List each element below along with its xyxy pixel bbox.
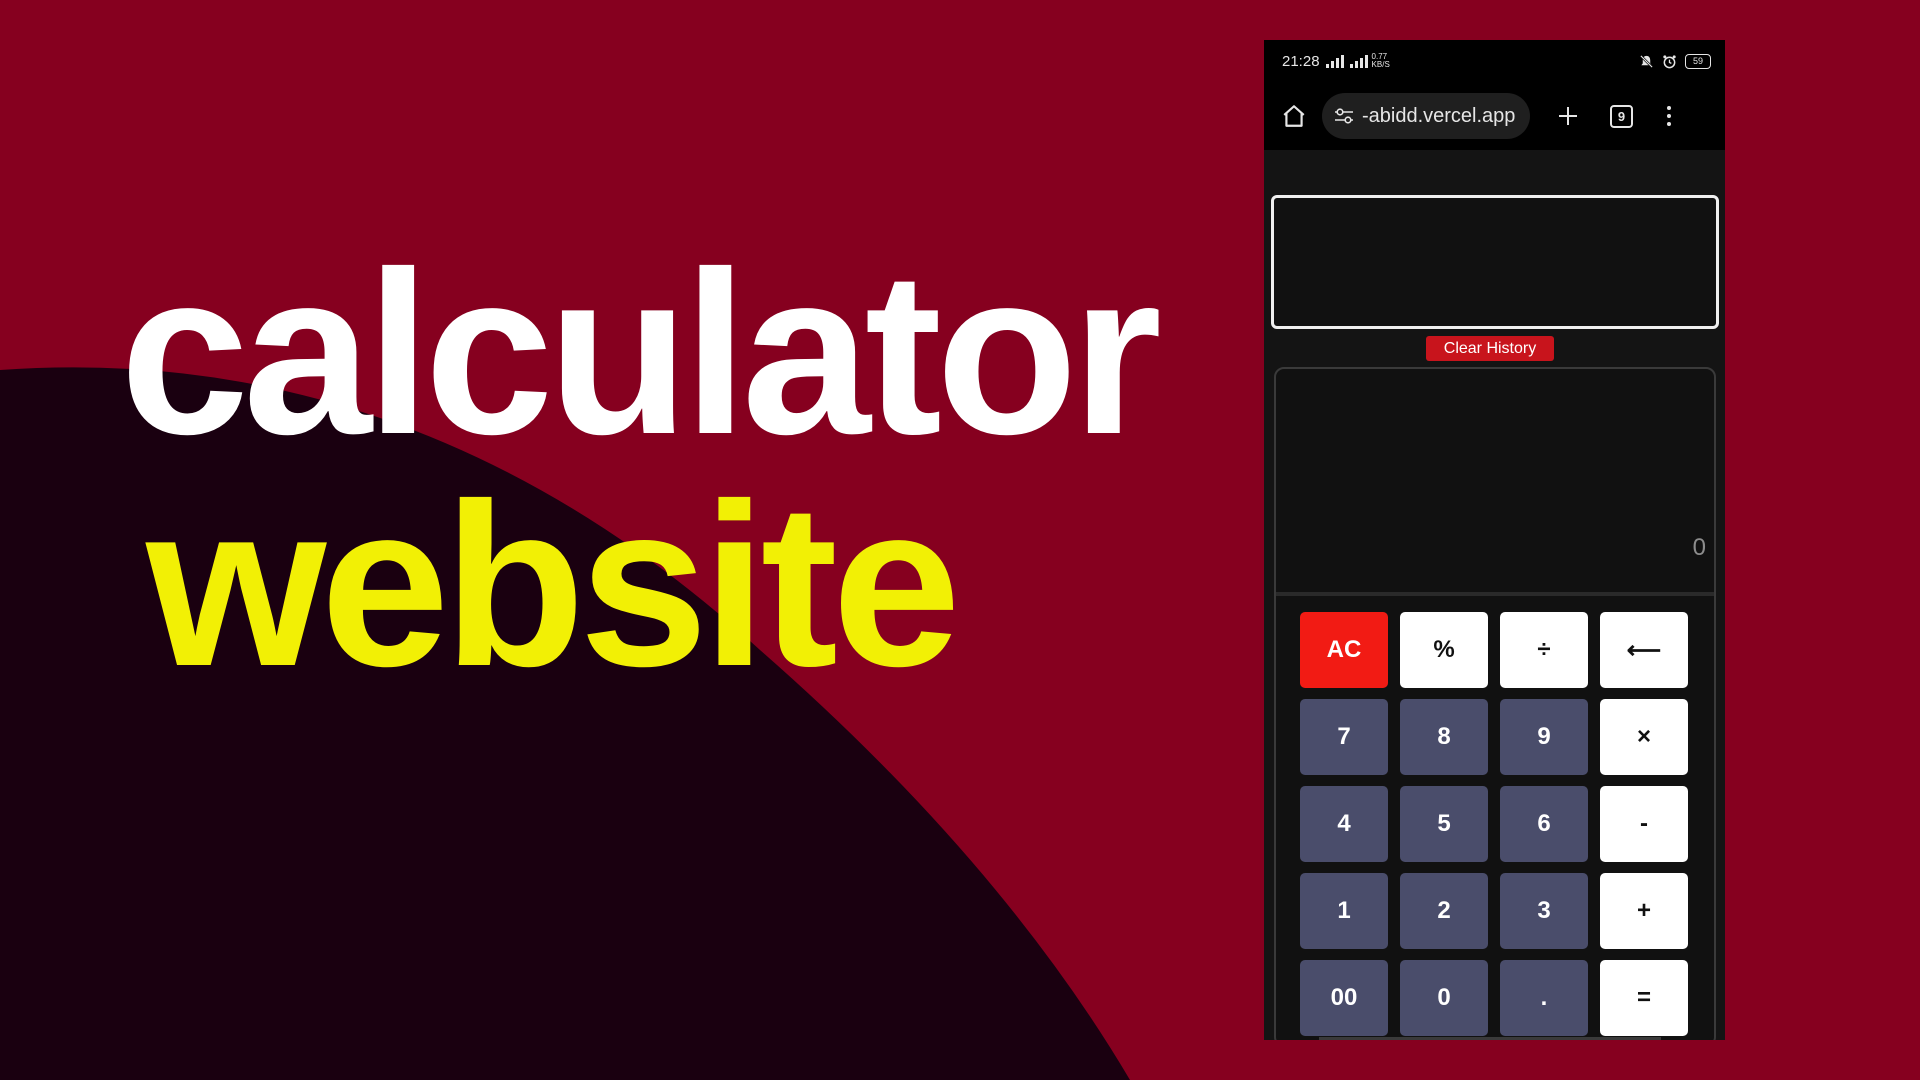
key-6[interactable]: 9 bbox=[1500, 699, 1588, 775]
key-15[interactable]: + bbox=[1600, 873, 1688, 949]
tab-switcher-button[interactable]: 9 bbox=[1610, 104, 1633, 128]
clear-history-button[interactable]: Clear History bbox=[1426, 336, 1554, 361]
key-0[interactable]: AC bbox=[1300, 612, 1388, 688]
keypad: AC% ÷ ⟵ 7 8 9 × 4 5 6- 1 2 3 +00 0. = bbox=[1300, 612, 1688, 1036]
key-11[interactable]: - bbox=[1600, 786, 1688, 862]
key-1[interactable]: % bbox=[1400, 612, 1488, 688]
key-8[interactable]: 4 bbox=[1300, 786, 1388, 862]
key-14[interactable]: 3 bbox=[1500, 873, 1588, 949]
key-7[interactable]: × bbox=[1600, 699, 1688, 775]
status-time: 21:28 bbox=[1282, 52, 1320, 70]
alarm-icon bbox=[1663, 54, 1676, 68]
calculator-page: Clear History 0 AC% ÷ ⟵ 7 8 9 × 4 5 6-1 2 3 +00 0. = bbox=[1264, 150, 1725, 1040]
key-5[interactable]: 8 bbox=[1400, 699, 1488, 775]
mute-bell-icon bbox=[1640, 54, 1653, 68]
key-4[interactable]: 7 bbox=[1300, 699, 1388, 775]
key-2[interactable]: ÷ bbox=[1500, 612, 1588, 688]
home-button[interactable] bbox=[1280, 102, 1308, 130]
more-vertical-icon[interactable] bbox=[1667, 106, 1671, 126]
key-13[interactable]: 2 bbox=[1400, 873, 1488, 949]
net-speed-unit: KB/S bbox=[1371, 60, 1390, 69]
new-tab-button[interactable] bbox=[1556, 104, 1580, 128]
key-18[interactable]: . bbox=[1500, 960, 1588, 1036]
plus-icon bbox=[1559, 107, 1577, 125]
status-right-icons: 59 bbox=[1639, 53, 1711, 69]
key-9[interactable]: 5 bbox=[1400, 786, 1488, 862]
url-text: -abidd.vercel.app bbox=[1362, 104, 1516, 127]
calculator-panel: 0 AC% ÷ ⟵ 7 8 9 × 4 5 6-1 2 3 +00 0. = bbox=[1274, 367, 1716, 1040]
display-value: 0 bbox=[1692, 534, 1706, 561]
signal-icon-2 bbox=[1349, 54, 1368, 68]
key-19[interactable]: = bbox=[1600, 960, 1688, 1036]
bottom-scroll-indicator bbox=[1319, 1037, 1661, 1040]
battery-indicator: 59 bbox=[1685, 53, 1711, 69]
tune-icon[interactable] bbox=[1334, 108, 1354, 124]
key-10[interactable]: 6 bbox=[1500, 786, 1588, 862]
signal-icon bbox=[1325, 54, 1344, 68]
headline-website: website bbox=[146, 456, 961, 715]
address-bar[interactable]: -abidd.vercel.app bbox=[1322, 93, 1530, 139]
phone-screenshot: 21:28 0.77 KB/S 59 -abidd.vercel.app 9 C… bbox=[1264, 40, 1725, 1040]
browser-toolbar: -abidd.vercel.app 9 bbox=[1264, 82, 1725, 150]
key-12[interactable]: 1 bbox=[1300, 873, 1388, 949]
calculator-display: 0 bbox=[1276, 369, 1714, 596]
home-icon bbox=[1283, 105, 1305, 127]
headline-calculator: calculator bbox=[120, 224, 1162, 483]
history-box bbox=[1271, 195, 1719, 329]
key-17[interactable]: 0 bbox=[1400, 960, 1488, 1036]
key-3[interactable]: ⟵ bbox=[1600, 612, 1688, 688]
status-bar: 21:28 0.77 KB/S 59 bbox=[1264, 40, 1725, 82]
net-speed: 0.77 KB/S bbox=[1372, 53, 1390, 69]
key-16[interactable]: 00 bbox=[1300, 960, 1388, 1036]
